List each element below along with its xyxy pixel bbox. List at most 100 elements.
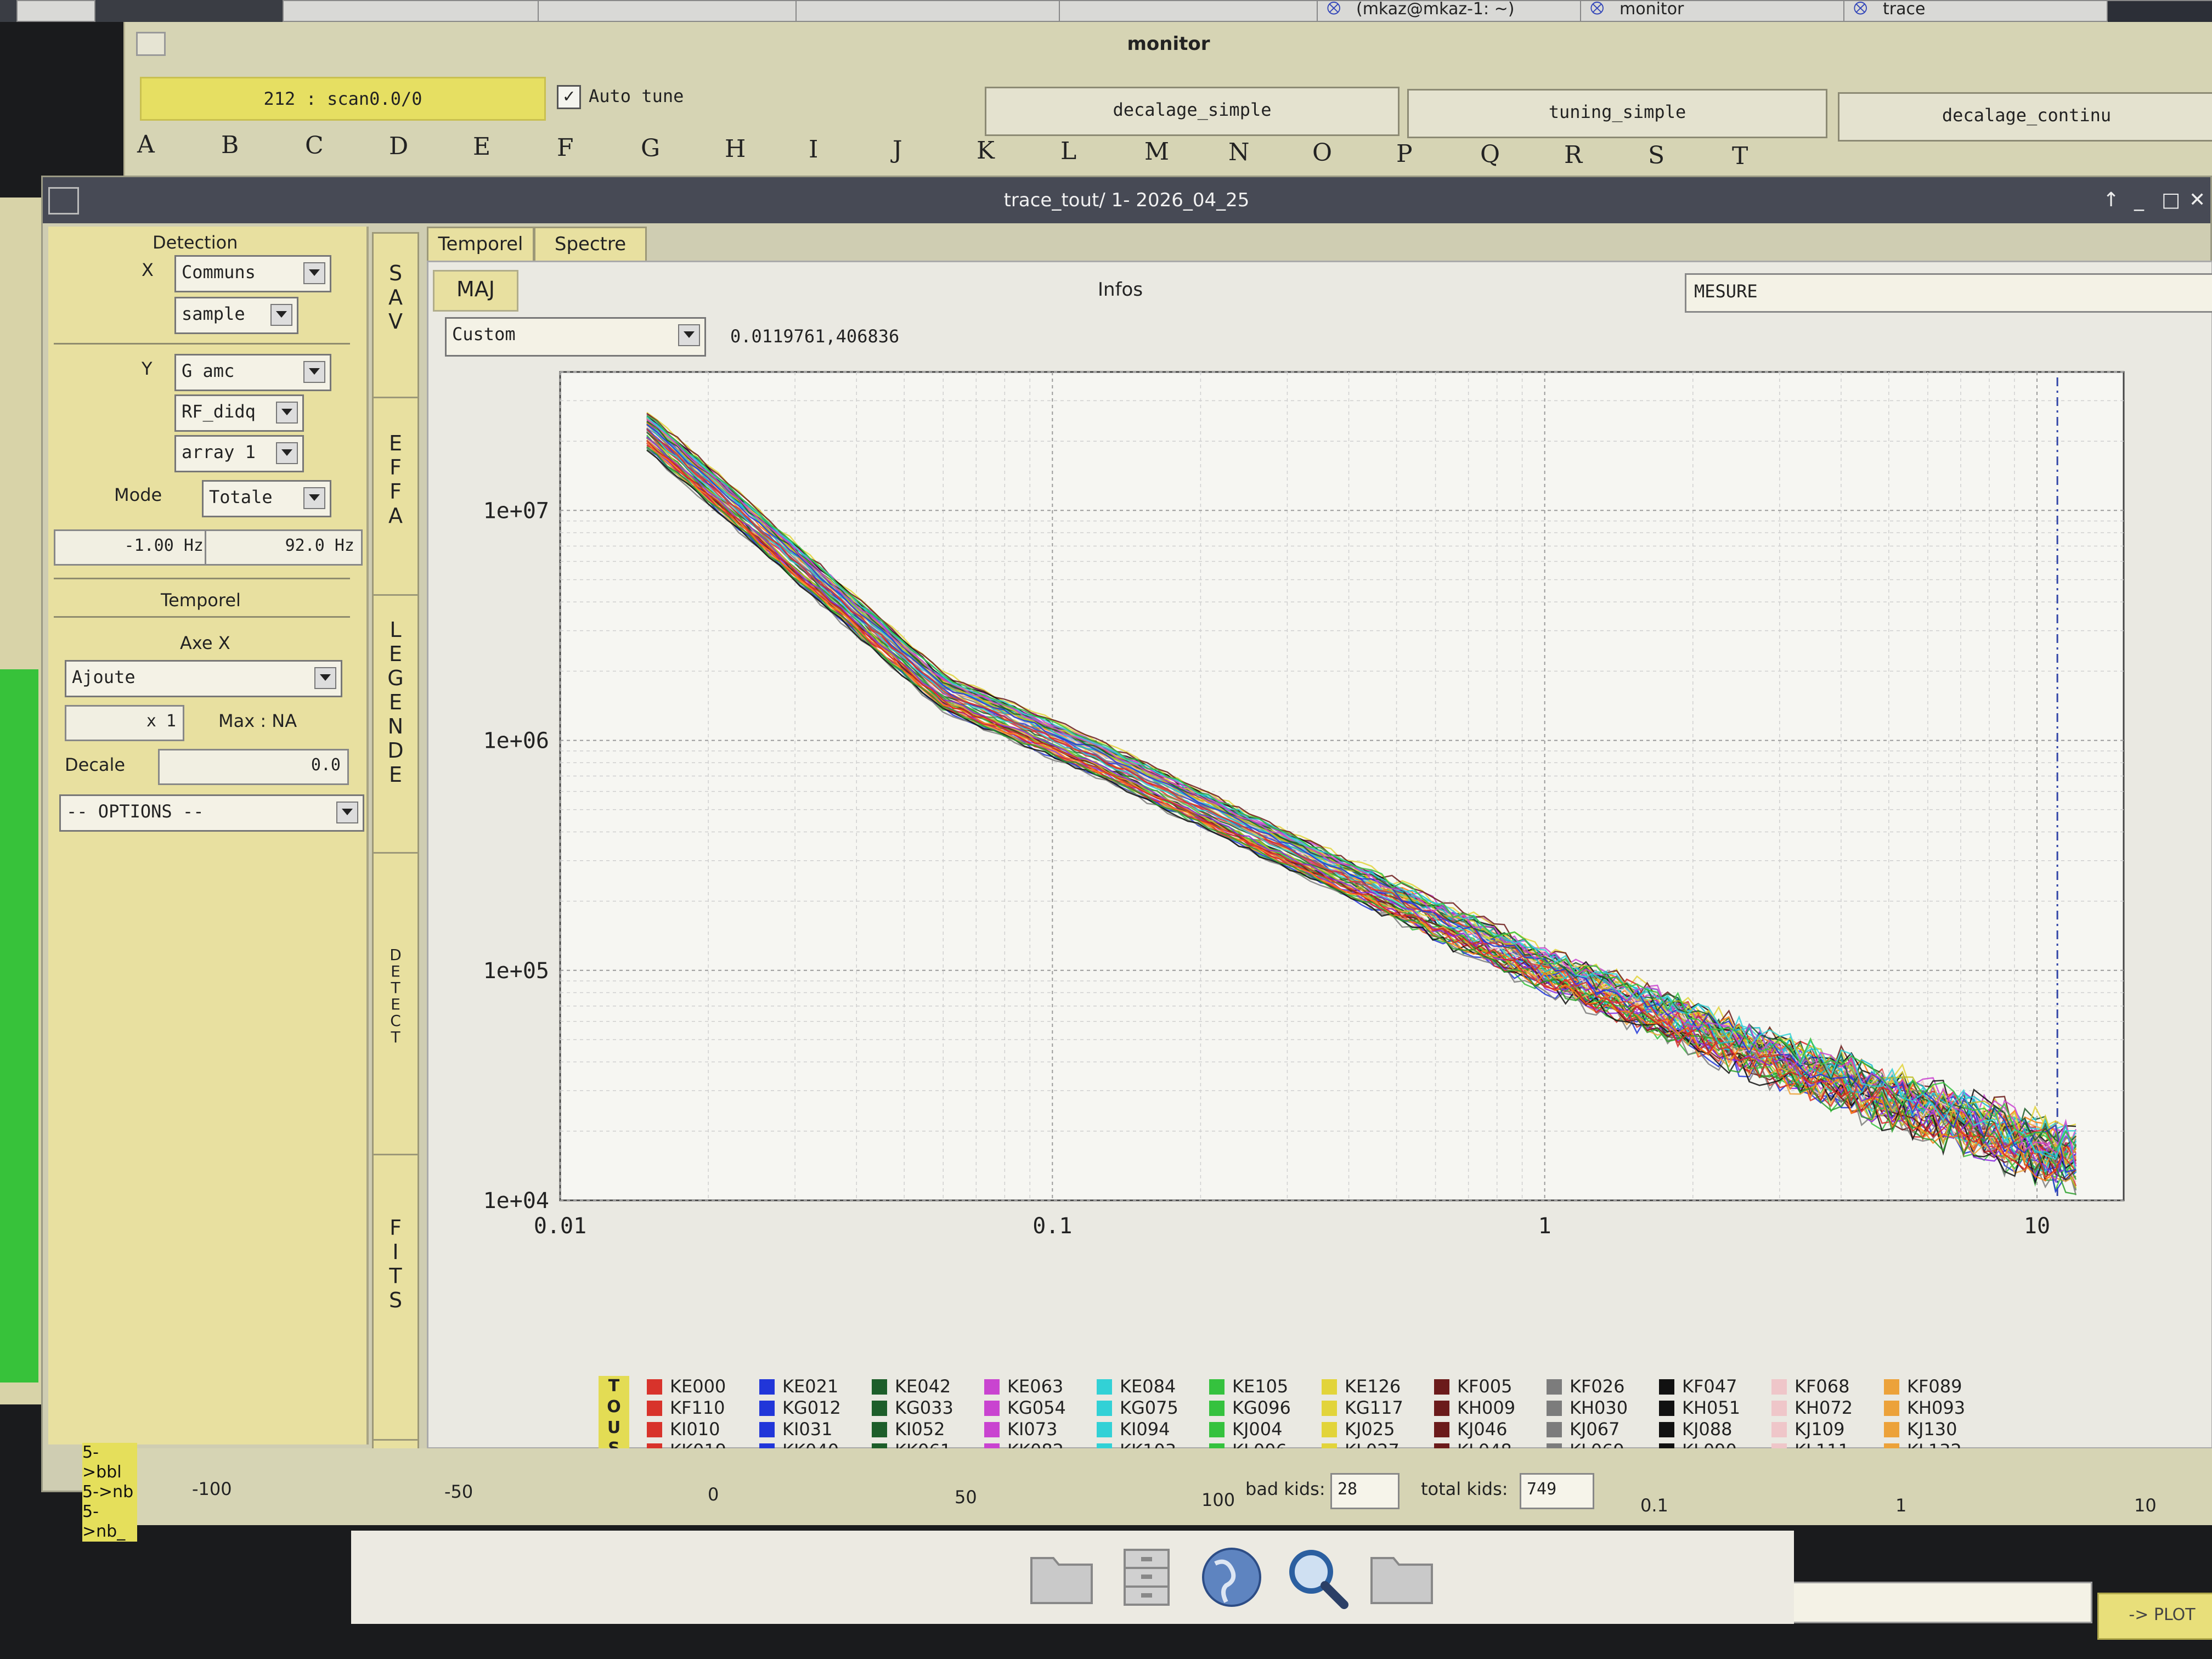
detector-group-m[interactable]: M bbox=[1144, 138, 1169, 166]
window-maximize-icon[interactable]: □ bbox=[2162, 177, 2180, 223]
options-select[interactable]: -- OPTIONS -- bbox=[59, 794, 364, 832]
taskbar-tab[interactable] bbox=[283, 0, 575, 22]
mode-select[interactable]: Totale bbox=[202, 480, 331, 517]
detector-group-p[interactable]: P bbox=[1396, 140, 1413, 168]
chevron-down-icon[interactable] bbox=[303, 262, 325, 284]
taskbar-tab-trace[interactable]: ⨶ trace bbox=[1843, 0, 2142, 22]
bad-kids-field[interactable]: 28 bbox=[1330, 1473, 1400, 1509]
taskbar-tab[interactable] bbox=[1059, 0, 1352, 22]
legend-item[interactable]: KE126 bbox=[1317, 1376, 1427, 1397]
plot-button[interactable]: -> PLOT bbox=[2097, 1593, 2212, 1640]
file-cabinet-icon[interactable] bbox=[1111, 1542, 1182, 1613]
legend-item[interactable]: KF110 bbox=[642, 1397, 752, 1419]
tab-effa[interactable]: EFFA bbox=[372, 397, 419, 614]
legend-item[interactable]: KF068 bbox=[1767, 1376, 1877, 1397]
freq-max-field[interactable]: 92.0 Hz bbox=[205, 529, 363, 566]
legend-item[interactable]: KE042 bbox=[867, 1376, 977, 1397]
chevron-down-icon[interactable] bbox=[270, 304, 292, 326]
array-select[interactable]: array 1 bbox=[174, 435, 304, 472]
x-variable-select[interactable]: sample bbox=[174, 297, 298, 334]
detector-group-j[interactable]: J bbox=[893, 136, 902, 164]
legend-item[interactable]: KE021 bbox=[755, 1376, 865, 1397]
web-browser-icon[interactable] bbox=[1196, 1542, 1267, 1613]
legend-item[interactable]: KI094 bbox=[1092, 1419, 1202, 1440]
legend-item[interactable]: KE084 bbox=[1092, 1376, 1202, 1397]
detector-group-b[interactable]: B bbox=[221, 131, 239, 159]
legend-item[interactable]: KF005 bbox=[1430, 1376, 1539, 1397]
chevron-down-icon[interactable] bbox=[276, 442, 298, 464]
legend-item[interactable]: KJ067 bbox=[1542, 1419, 1652, 1440]
detector-group-o[interactable]: O bbox=[1312, 139, 1332, 167]
legend-item[interactable]: KJ025 bbox=[1317, 1419, 1427, 1440]
y-variable-select[interactable]: RF_didq bbox=[174, 394, 304, 432]
legend-item[interactable]: KH030 bbox=[1542, 1397, 1652, 1419]
legend-item[interactable]: KG075 bbox=[1092, 1397, 1202, 1419]
detector-group-q[interactable]: Q bbox=[1480, 140, 1500, 168]
legend-item[interactable]: KH009 bbox=[1430, 1397, 1539, 1419]
legend-item[interactable]: KJ088 bbox=[1655, 1419, 1764, 1440]
taskbar-tab-terminal[interactable]: ⨶ (mkaz@mkaz-1: ~) bbox=[1317, 0, 1615, 22]
freq-min-field[interactable]: -1.00 Hz bbox=[54, 529, 212, 566]
detector-group-e[interactable]: E bbox=[473, 133, 490, 161]
detector-group-r[interactable]: R bbox=[1564, 141, 1582, 169]
legend-item[interactable]: KG054 bbox=[980, 1397, 1090, 1419]
tab-legende[interactable]: LEGENDE bbox=[372, 594, 419, 861]
detector-group-a[interactable]: A bbox=[137, 131, 155, 159]
autotune-checkbox[interactable]: ✓ Auto tune bbox=[557, 85, 684, 112]
legend-item[interactable]: KE000 bbox=[642, 1376, 752, 1397]
taskbar-tab-monitor[interactable]: ⨶ monitor bbox=[1580, 0, 1878, 22]
checkbox-checked-icon[interactable]: ✓ bbox=[557, 85, 581, 109]
taskbar-tab[interactable] bbox=[795, 0, 1094, 22]
tab-spectre[interactable]: Spectre bbox=[534, 227, 647, 262]
window-raise-icon[interactable]: ↑ bbox=[2103, 177, 2119, 223]
detector-group-l[interactable]: L bbox=[1060, 137, 1076, 165]
legend-item[interactable]: KG033 bbox=[867, 1397, 977, 1419]
detector-group-g[interactable]: G bbox=[641, 134, 660, 162]
legend-item[interactable]: KG117 bbox=[1317, 1397, 1427, 1419]
total-kids-field[interactable]: 749 bbox=[1520, 1473, 1594, 1509]
detector-group-k[interactable]: K bbox=[977, 137, 995, 165]
chevron-down-icon[interactable] bbox=[303, 487, 325, 509]
detector-group-d[interactable]: D bbox=[389, 132, 408, 160]
legend-item[interactable]: KI073 bbox=[980, 1419, 1090, 1440]
x-source-select[interactable]: Communs bbox=[174, 255, 331, 292]
detector-group-t[interactable]: T bbox=[1732, 142, 1748, 170]
legend-item[interactable]: KF026 bbox=[1542, 1376, 1652, 1397]
legend-item[interactable]: KF089 bbox=[1880, 1376, 1989, 1397]
legend-item[interactable]: KE063 bbox=[980, 1376, 1090, 1397]
legend-item[interactable]: KF047 bbox=[1655, 1376, 1764, 1397]
y-source-select[interactable]: G amc bbox=[174, 354, 331, 391]
taskbar-tab[interactable] bbox=[538, 0, 831, 22]
legend-item[interactable]: KJ046 bbox=[1430, 1419, 1539, 1440]
window-menu-button[interactable] bbox=[48, 187, 79, 215]
chevron-down-icon[interactable] bbox=[303, 361, 325, 383]
search-icon[interactable] bbox=[1281, 1542, 1352, 1613]
legend-item[interactable]: KI052 bbox=[867, 1419, 977, 1440]
window-close-icon[interactable]: ✕ bbox=[2189, 177, 2205, 223]
detector-group-h[interactable]: H bbox=[725, 135, 746, 163]
spectrum-chart[interactable]: 0.01 0.1 1 10 1e+04 1e+05 1e+06 1e+07 bbox=[428, 262, 2211, 1359]
decalage-simple-button[interactable]: decalage_simple bbox=[985, 87, 1400, 136]
legend-item[interactable]: KI010 bbox=[642, 1419, 752, 1440]
detector-group-s[interactable]: S bbox=[1648, 142, 1664, 170]
chevron-down-icon[interactable] bbox=[336, 802, 358, 823]
folder-icon[interactable] bbox=[1366, 1542, 1437, 1613]
legend-item[interactable]: KH051 bbox=[1655, 1397, 1764, 1419]
window-minimize-icon[interactable]: _ bbox=[2134, 177, 2144, 223]
detector-group-f[interactable]: F bbox=[557, 134, 574, 162]
legend-item[interactable]: KJ130 bbox=[1880, 1419, 1989, 1440]
folder-icon[interactable] bbox=[1026, 1542, 1097, 1613]
legend-item[interactable]: KH072 bbox=[1767, 1397, 1877, 1419]
multiplier-spinbox[interactable]: x 1 bbox=[65, 705, 184, 741]
taskbar-tab[interactable] bbox=[16, 0, 95, 22]
detector-group-i[interactable]: I bbox=[809, 136, 818, 163]
legend-item[interactable]: KE105 bbox=[1205, 1376, 1314, 1397]
legend-item[interactable]: KG012 bbox=[755, 1397, 865, 1419]
chevron-down-icon[interactable] bbox=[276, 402, 298, 424]
tab-temporel[interactable]: Temporel bbox=[427, 227, 534, 262]
decalage-continu-button[interactable]: decalage_continu bbox=[1838, 92, 2212, 142]
decale-spinbox[interactable]: 0.0 bbox=[158, 749, 349, 785]
legend-item[interactable]: KH093 bbox=[1880, 1397, 1989, 1419]
legend-item[interactable]: KJ004 bbox=[1205, 1419, 1314, 1440]
axe-x-select[interactable]: Ajoute bbox=[65, 660, 342, 697]
